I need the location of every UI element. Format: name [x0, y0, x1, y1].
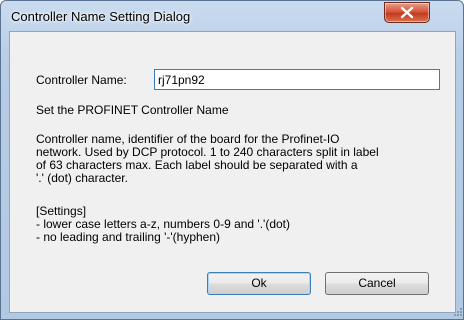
close-icon: [400, 6, 414, 19]
settings-rule: - no leading and trailing '-'(hyphen): [36, 230, 221, 244]
controller-name-input[interactable]: [154, 69, 440, 90]
dialog-window: Controller Name Setting Dialog Controlle…: [0, 0, 464, 320]
settings-text: [Settings] - lower case letters a-z, num…: [36, 205, 446, 244]
resize-grip-icon[interactable]: [453, 307, 462, 316]
close-button[interactable]: [384, 2, 430, 23]
description-text: Controller name, identifier of the board…: [36, 133, 446, 185]
controller-name-label: Controller Name:: [36, 73, 127, 87]
window-title: Controller Name Setting Dialog: [11, 9, 191, 24]
ok-button[interactable]: Ok: [207, 272, 311, 295]
title-bar[interactable]: Controller Name Setting Dialog: [1, 1, 463, 31]
description-line: '.' (dot) character.: [36, 171, 128, 185]
dialog-client-area: Controller Name: Set the PROFINET Contro…: [9, 31, 456, 313]
cancel-button[interactable]: Cancel: [325, 272, 429, 295]
subtitle-text: Set the PROFINET Controller Name: [36, 103, 229, 117]
